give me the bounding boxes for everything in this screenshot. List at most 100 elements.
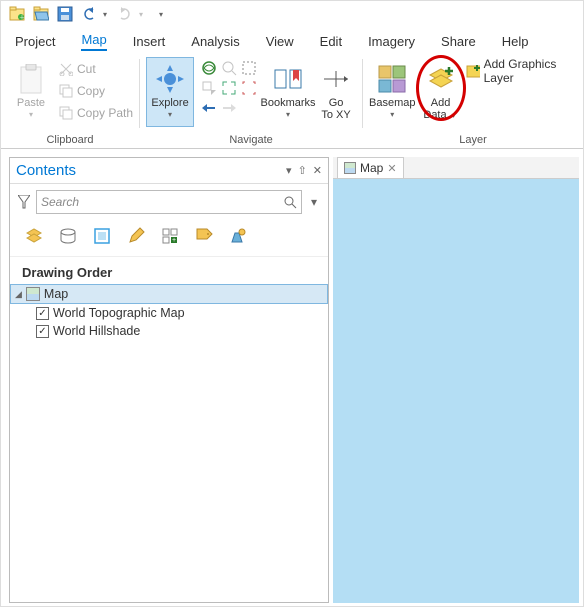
map-node-label: Map: [44, 287, 68, 301]
next-extent-icon[interactable]: [220, 99, 238, 117]
zoom-in-icon[interactable]: [220, 79, 238, 97]
contents-pane: Contents ▾ ⇧ ✕ Search ▾ + Drawing Order: [9, 157, 329, 603]
add-graphics-label: Add Graphics Layer: [484, 57, 577, 85]
basemap-dropdown-icon: ▾: [388, 109, 396, 121]
collapse-icon[interactable]: ◢: [15, 289, 22, 300]
redo-icon[interactable]: [115, 4, 135, 24]
workspace: Contents ▾ ⇧ ✕ Search ▾ + Drawing Order: [1, 149, 583, 607]
cut-button[interactable]: Cut: [59, 59, 133, 79]
basemap-label: Basemap: [369, 97, 415, 109]
list-by-source-icon[interactable]: [58, 226, 78, 246]
scissors-icon: [59, 62, 73, 76]
menu-insert[interactable]: Insert: [133, 34, 166, 49]
bookmarks-label: Bookmarks: [261, 97, 316, 109]
toc-toolbar: +: [10, 220, 328, 257]
menu-project[interactable]: Project: [15, 34, 55, 49]
basemap-icon: [376, 63, 408, 95]
list-by-snapping-icon[interactable]: +: [160, 226, 180, 246]
map-canvas[interactable]: [333, 179, 579, 603]
add-data-label2-row: Data ▾: [423, 109, 457, 122]
copy-path-icon: [59, 106, 73, 120]
select-rect-icon[interactable]: [240, 59, 258, 77]
go-to-xy-button[interactable]: Go To XY: [316, 57, 356, 127]
tree-node-layer-hillshade[interactable]: ✓ World Hillshade: [10, 322, 328, 340]
contents-header: Contents ▾ ⇧ ✕: [10, 158, 328, 184]
menu-help[interactable]: Help: [502, 34, 529, 49]
menu-imagery[interactable]: Imagery: [368, 34, 415, 49]
menu-analysis[interactable]: Analysis: [191, 34, 239, 49]
open-project-icon[interactable]: [31, 4, 51, 24]
search-placeholder: Search: [41, 195, 79, 209]
menu-bar: Project Map Insert Analysis View Edit Im…: [1, 27, 583, 53]
copy-path-button[interactable]: Copy Path: [59, 103, 133, 123]
search-icon: [284, 196, 297, 209]
list-by-labeling-icon[interactable]: [194, 226, 214, 246]
zoom-selection-icon[interactable]: [200, 79, 218, 97]
explore-icon: [154, 63, 186, 95]
copy-icon: [59, 84, 73, 98]
gotoxy-label2: To XY: [321, 109, 350, 121]
map-icon: [344, 162, 356, 174]
ribbon-group-layer: Basemap ▾ Add Data ▾ Add Graphics Layer …: [363, 53, 583, 148]
navigate-group-title: Navigate: [146, 132, 356, 148]
redo-dropdown[interactable]: ▾: [139, 10, 147, 19]
menu-edit[interactable]: Edit: [320, 34, 342, 49]
drawing-order-header: Drawing Order: [10, 257, 328, 284]
quick-access-toolbar: ＋ ▾ ▾ ▾: [1, 1, 583, 27]
contents-title: Contents: [16, 162, 76, 179]
map-icon: [26, 287, 40, 301]
add-data-button[interactable]: Add Data ▾: [420, 57, 462, 127]
prev-extent-icon[interactable]: [200, 99, 218, 117]
pin-icon[interactable]: ⇧: [298, 164, 307, 177]
menu-share[interactable]: Share: [441, 34, 476, 49]
undo-dropdown[interactable]: ▾: [103, 10, 111, 19]
add-graphics-layer-button[interactable]: Add Graphics Layer: [466, 61, 577, 81]
list-by-perf-icon[interactable]: [228, 226, 248, 246]
pane-menu-icon[interactable]: ▾: [286, 164, 292, 177]
layer-tree: ◢ Map ✓ World Topographic Map ✓ World Hi…: [10, 284, 328, 340]
save-project-icon[interactable]: [55, 4, 75, 24]
basemap-button[interactable]: Basemap ▾: [369, 57, 415, 127]
svg-text:+: +: [172, 237, 176, 244]
list-by-selection-icon[interactable]: [92, 226, 112, 246]
undo-icon[interactable]: [79, 4, 99, 24]
checkbox-icon[interactable]: ✓: [36, 307, 49, 320]
paste-button[interactable]: Paste ▾: [7, 57, 55, 127]
new-project-icon[interactable]: ＋: [7, 4, 27, 24]
add-data-dropdown-icon: ▾: [450, 110, 458, 122]
tree-node-layer-topo[interactable]: ✓ World Topographic Map: [10, 304, 328, 322]
go-to-xy-icon: [320, 63, 352, 95]
checkbox-icon[interactable]: ✓: [36, 325, 49, 338]
ribbon-group-navigate: Explore ▾ Bookmarks ▾ Go: [140, 53, 362, 148]
close-icon[interactable]: ✕: [387, 162, 396, 175]
menu-view[interactable]: View: [266, 34, 294, 49]
explore-label: Explore: [151, 97, 188, 109]
fixed-zoom-in-icon[interactable]: [220, 59, 238, 77]
bookmarks-button[interactable]: Bookmarks ▾: [264, 57, 312, 127]
add-data-label1: Add: [431, 97, 451, 109]
search-input[interactable]: Search: [36, 190, 302, 214]
copy-button[interactable]: Copy: [59, 81, 133, 101]
nav-tools-grid: [200, 59, 258, 117]
full-extent-icon[interactable]: [200, 59, 218, 77]
qat-customize-dropdown[interactable]: ▾: [159, 10, 167, 19]
layer-label: World Hillshade: [53, 324, 140, 338]
bookmarks-dropdown-icon: ▾: [284, 109, 292, 121]
tab-map[interactable]: Map ✕: [337, 157, 404, 178]
close-icon[interactable]: ✕: [313, 164, 322, 177]
bookmarks-icon: [272, 63, 304, 95]
map-view-pane: Map ✕: [333, 157, 579, 603]
clipboard-icon: [15, 63, 47, 95]
zoom-out-icon[interactable]: [240, 79, 258, 97]
layer-group-title: Layer: [369, 132, 577, 148]
paste-dropdown-icon: ▾: [27, 109, 35, 121]
filter-icon[interactable]: [16, 195, 32, 209]
explore-dropdown-icon: ▾: [166, 109, 174, 121]
menu-map[interactable]: Map: [81, 32, 106, 51]
tree-node-map[interactable]: ◢ Map: [10, 284, 328, 304]
list-by-drawing-order-icon[interactable]: [24, 226, 44, 246]
ribbon-group-clipboard: Paste ▾ Cut Copy Copy Path Clipboard: [1, 53, 139, 148]
explore-button[interactable]: Explore ▾: [146, 57, 194, 127]
list-by-editing-icon[interactable]: [126, 226, 146, 246]
search-options-dropdown[interactable]: ▾: [306, 195, 322, 209]
